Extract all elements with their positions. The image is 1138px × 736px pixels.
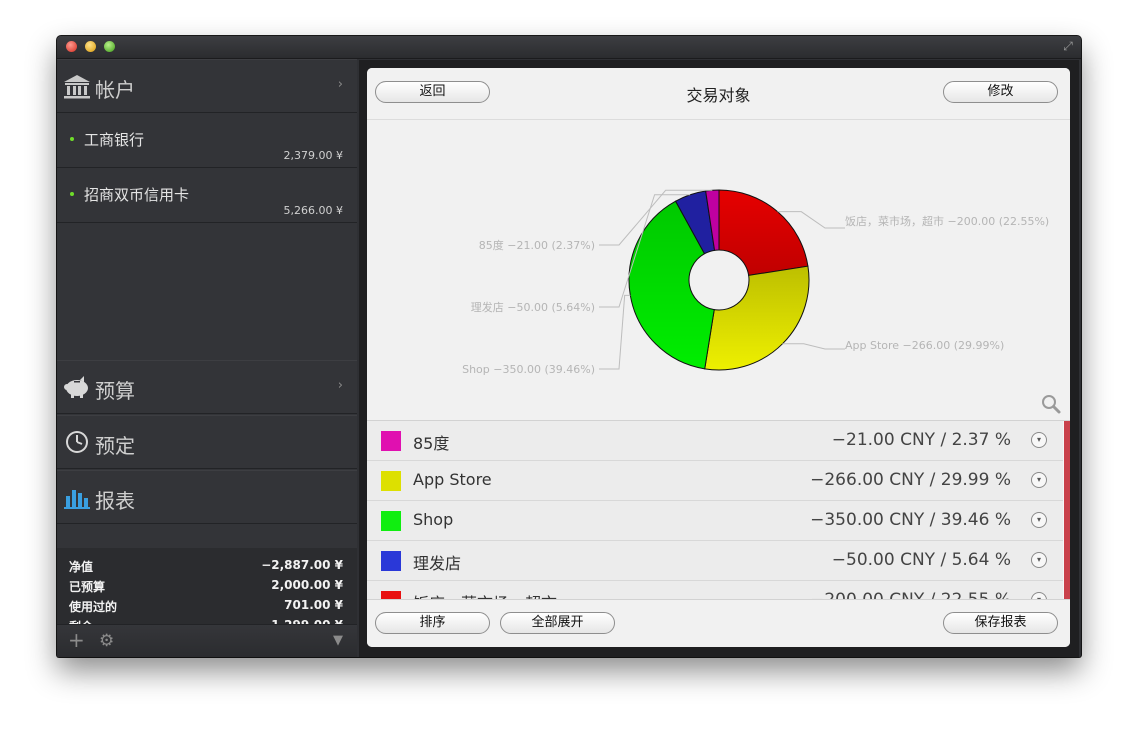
disclosure-icon[interactable]: ▾: [1031, 472, 1047, 488]
save-report-button[interactable]: 保存报表: [943, 612, 1058, 634]
list-item-value: −21.00 CNY / 2.37 %: [831, 430, 1011, 450]
title-bar: ⤢: [57, 36, 1081, 59]
fullscreen-icon[interactable]: ⤢: [1061, 39, 1075, 53]
disclosure-icon[interactable]: ▾: [1031, 552, 1047, 568]
edit-button[interactable]: 修改: [943, 81, 1058, 103]
zoom-window-button[interactable]: [104, 41, 115, 52]
minimize-window-button[interactable]: [85, 41, 96, 52]
sidebar-section-accounts[interactable]: 帐户 ›: [57, 59, 357, 113]
summary-row: 净值 −2,887.00 ¥: [69, 558, 343, 578]
list-item[interactable]: Shop −350.00 CNY / 39.46 % ▾: [367, 501, 1063, 541]
chevron-right-icon[interactable]: ›: [338, 378, 343, 393]
sidebar-section-label: 预算: [95, 379, 135, 403]
list-item[interactable]: 理发店 −50.00 CNY / 5.64 % ▾: [367, 541, 1063, 581]
bank-icon: [64, 75, 90, 99]
pie-leader-line: [599, 294, 631, 370]
list-scrollbar[interactable]: [1064, 421, 1070, 601]
list-item-name: Shop: [413, 510, 454, 529]
list-item-name: App Store: [413, 470, 492, 489]
main-frame: 返回 交易对象 修改 饭店，菜市场，超市 −200.00 (22.55%) App…: [359, 60, 1079, 657]
color-swatch: [381, 511, 401, 531]
account-name: 招商双币信用卡: [84, 186, 190, 204]
disclosure-icon[interactable]: ▾: [1031, 512, 1047, 528]
account-status-dot: [70, 137, 74, 141]
list-item[interactable]: 饭店，菜市场，超市 −200.00 CNY / 22.55 % ▾: [367, 581, 1063, 601]
color-swatch: [381, 551, 401, 571]
sidebar: 帐户 › 工商银行 2,379.00 ¥ 招商双币信用卡 5,266.00 ¥ …: [57, 59, 357, 657]
list-item-value: −50.00 CNY / 5.64 %: [831, 550, 1011, 570]
summary-value: 2,000.00 ¥: [271, 578, 343, 592]
summary-row: 已预算 2,000.00 ¥: [69, 578, 343, 598]
summary-label: 净值: [69, 560, 94, 574]
summary-value: 701.00 ¥: [284, 598, 343, 612]
list-item-name: 理发店: [413, 554, 462, 573]
triangle-down-icon[interactable]: ▼: [333, 633, 343, 648]
pie-leader-line: [782, 343, 845, 350]
account-balance: 5,266.00 ¥: [283, 204, 343, 217]
pie-slice-label: App Store −266.00 (29.99%): [845, 339, 1004, 352]
list-item[interactable]: App Store −266.00 CNY / 29.99 % ▾: [367, 461, 1063, 501]
summary-label: 已预算: [69, 580, 106, 594]
list-item-value: −266.00 CNY / 29.99 %: [810, 470, 1011, 490]
pie-slice-label: Shop −350.00 (39.46%): [462, 363, 595, 376]
sidebar-bottom-bar: + ⚙ ▼: [57, 624, 357, 657]
search-icon[interactable]: [1040, 393, 1062, 415]
summary-label: 使用过的: [69, 600, 118, 614]
pie-slice[interactable]: [704, 265, 810, 371]
color-swatch: [381, 471, 401, 491]
expand-all-button[interactable]: 全部展开: [500, 612, 615, 634]
list-item[interactable]: 85度 −21.00 CNY / 2.37 % ▾: [367, 421, 1063, 461]
sort-button[interactable]: 排序: [375, 612, 490, 634]
pie-slice-label: 饭店，菜市场，超市 −200.00 (22.55%): [845, 214, 1049, 228]
sidebar-section-scheduled[interactable]: 预定: [57, 415, 357, 469]
account-item[interactable]: 招商双币信用卡 5,266.00 ¥: [57, 168, 357, 223]
piggy-bank-icon: [64, 376, 88, 398]
close-window-button[interactable]: [66, 41, 77, 52]
payee-list: 85度 −21.00 CNY / 2.37 % ▾ App Store −266…: [367, 420, 1070, 601]
pie-slice[interactable]: [718, 189, 809, 276]
clock-icon: [66, 431, 88, 453]
sidebar-section-label: 预定: [95, 434, 135, 458]
sidebar-section-reports[interactable]: 报表: [57, 470, 357, 524]
chevron-right-icon[interactable]: ›: [338, 77, 343, 92]
account-balance: 2,379.00 ¥: [283, 149, 343, 162]
add-icon[interactable]: +: [68, 628, 85, 652]
report-footer: 排序 全部展开 保存报表: [367, 599, 1070, 647]
pie-slice-label: 85度 −21.00 (2.37%): [479, 238, 595, 252]
gear-icon[interactable]: ⚙: [99, 631, 114, 651]
pie-chart: 饭店，菜市场，超市 −200.00 (22.55%) App Store −266…: [462, 189, 1049, 376]
account-name: 工商银行: [84, 131, 145, 149]
summary-row: 使用过的 701.00 ¥: [69, 598, 343, 618]
summary-value: −2,887.00 ¥: [261, 558, 343, 572]
pie-chart-area: 饭店，菜市场，超市 −200.00 (22.55%) App Store −266…: [367, 120, 1070, 420]
sidebar-section-label: 报表: [95, 489, 135, 513]
bar-chart-icon: [64, 490, 90, 509]
list-item-value: −350.00 CNY / 39.46 %: [810, 510, 1011, 530]
pie-slice-label: 理发店 −50.00 (5.64%): [471, 300, 595, 314]
report-toolbar: 返回 交易对象 修改: [367, 68, 1070, 120]
sidebar-section-label: 帐户: [95, 78, 135, 102]
report-panel: 返回 交易对象 修改 饭店，菜市场，超市 −200.00 (22.55%) App…: [367, 68, 1070, 647]
color-swatch: [381, 431, 401, 451]
account-status-dot: [70, 192, 74, 196]
app-window: ⤢ 帐户 › 工商银行 2,379.00 ¥ 招商双币信用卡 5,266.00 …: [57, 36, 1081, 657]
account-item[interactable]: 工商银行 2,379.00 ¥: [57, 113, 357, 168]
sidebar-section-budget[interactable]: 预算 ›: [57, 360, 357, 414]
disclosure-icon[interactable]: ▾: [1031, 432, 1047, 448]
list-item-name: 85度: [413, 434, 450, 453]
